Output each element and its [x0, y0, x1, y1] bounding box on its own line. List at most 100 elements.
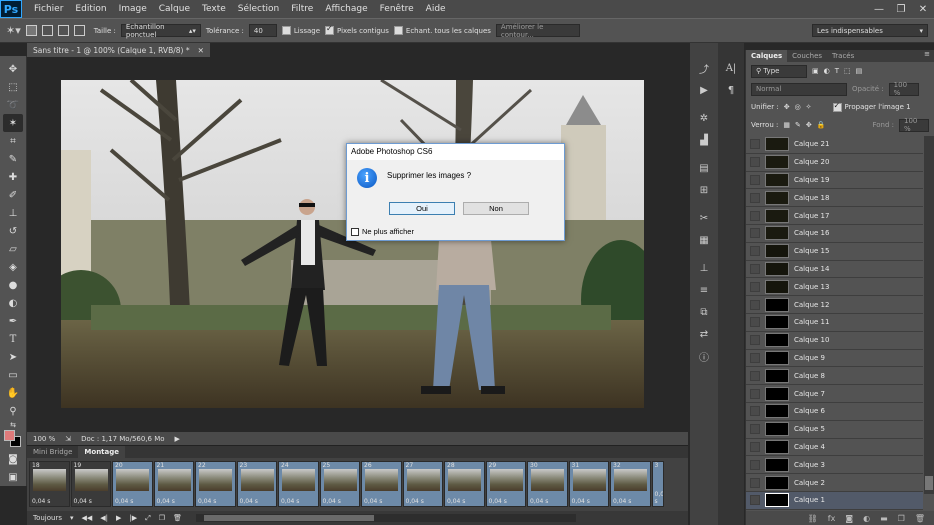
layer-row[interactable]: Calque 16 [746, 224, 923, 243]
scrollbar-thumb[interactable] [203, 515, 374, 521]
visibility-toggle[interactable] [750, 459, 760, 470]
layer-row-selected[interactable]: Calque 1 [746, 491, 923, 510]
tab-montage[interactable]: Montage [78, 446, 126, 458]
layer-row[interactable]: Calque 18 [746, 189, 923, 208]
channels-icon[interactable]: ⇄ [695, 325, 713, 343]
marquee-tool-icon[interactable]: ⬚ [3, 78, 23, 96]
visibility-toggle[interactable] [750, 210, 760, 221]
restore-icon[interactable]: ❐ [890, 0, 912, 18]
healing-brush-tool-icon[interactable]: ✚ [3, 168, 23, 186]
visibility-toggle[interactable] [750, 263, 760, 274]
layer-row[interactable]: Calque 6 [746, 402, 923, 421]
paint-bucket-tool-icon[interactable]: ◈ [3, 258, 23, 276]
menu-calque[interactable]: Calque [153, 0, 196, 18]
filter-adjust-icon[interactable]: ◐ [824, 67, 830, 75]
doc-info[interactable]: Doc : 1,17 Mo/560,6 Mo [81, 435, 164, 443]
shape-tool-icon[interactable]: ▭ [3, 366, 23, 384]
menu-edition[interactable]: Edition [69, 0, 112, 18]
frame[interactable]: 28 0,04 s [444, 461, 485, 507]
document-tab[interactable]: Sans titre - 1 @ 100% (Calque 1, RVB/8) … [27, 43, 210, 57]
lissage-checkbox[interactable]: Lissage [281, 26, 320, 35]
visibility-toggle[interactable] [750, 370, 760, 381]
play-arrow-icon[interactable]: ▶ [175, 435, 180, 443]
fx-icon[interactable]: fx [828, 514, 836, 523]
info-panel-icon[interactable]: ⊞ [695, 181, 713, 199]
history-brush-tool-icon[interactable]: ↺ [3, 222, 23, 240]
menu-fenetre[interactable]: Fenêtre [374, 0, 420, 18]
paragraph-panel-icon[interactable]: ¶ [722, 81, 740, 99]
visibility-toggle[interactable] [750, 352, 760, 363]
frame[interactable]: 21 0,04 s [153, 461, 194, 507]
minimize-icon[interactable]: — [868, 0, 890, 18]
filter-shape-icon[interactable]: ⬚ [844, 67, 851, 75]
frame[interactable]: 24 0,04 s [278, 461, 319, 507]
frame-delay[interactable]: 0,04 s [489, 498, 507, 505]
dont-show-checkbox[interactable]: Ne plus afficher [351, 227, 414, 236]
visibility-toggle[interactable] [750, 335, 760, 346]
tween-icon[interactable]: ⤢ [145, 514, 151, 523]
layers-scrollbar[interactable] [924, 136, 934, 494]
visibility-toggle[interactable] [750, 406, 760, 417]
scrollbar-thumb[interactable] [925, 476, 933, 490]
visibility-toggle[interactable] [750, 281, 760, 292]
layer-row[interactable]: Calque 11 [746, 313, 923, 332]
info-icon[interactable]: ⓘ [695, 347, 713, 365]
lock-transparency-icon[interactable]: ▦ [783, 121, 790, 129]
panel-menu-icon[interactable]: ≡ [924, 50, 934, 62]
layer-row[interactable]: Calque 15 [746, 242, 923, 261]
layer-row[interactable]: Calque 14 [746, 260, 923, 279]
adjustment-layer-icon[interactable]: ◐ [863, 514, 870, 523]
layer-row[interactable]: Calque 13 [746, 278, 923, 297]
menu-texte[interactable]: Texte [196, 0, 232, 18]
layer-row[interactable]: Calque 3 [746, 456, 923, 475]
menu-aide[interactable]: Aide [420, 0, 452, 18]
quick-mask-icon[interactable]: ◙ [3, 450, 23, 468]
frame[interactable]: 3 0,04 s [651, 461, 664, 507]
menu-filtre[interactable]: Filtre [285, 0, 319, 18]
type-tool-icon[interactable]: T [3, 330, 23, 348]
selection-mode-add-icon[interactable] [41, 25, 53, 36]
unify-position-icon[interactable]: ✥ [784, 103, 790, 111]
layer-row[interactable]: Calque 12 [746, 296, 923, 314]
add-mask-icon[interactable]: ◙ [845, 514, 853, 523]
tab-calques[interactable]: Calques [746, 50, 788, 62]
filter-pixel-icon[interactable]: ▣ [812, 67, 819, 75]
frame[interactable]: 31 0,04 s [568, 461, 609, 507]
history-icon[interactable]: ⤴ [695, 59, 713, 77]
blur-tool-icon[interactable]: ● [3, 276, 23, 294]
layer-row[interactable]: Calque 7 [746, 385, 923, 403]
visibility-toggle[interactable] [750, 228, 760, 239]
menu-affichage[interactable]: Affichage [319, 0, 373, 18]
frame[interactable]: 30 0,04 s [527, 461, 568, 507]
character-panel-icon[interactable]: A| [722, 59, 740, 77]
visibility-toggle[interactable] [750, 174, 760, 185]
filter-smart-icon[interactable]: ▤ [856, 67, 863, 75]
selection-mode-intersect-icon[interactable] [73, 25, 85, 36]
frame-delay[interactable]: 0,04 s [240, 498, 258, 505]
frame[interactable]: 25 0,04 s [319, 461, 360, 507]
menu-image[interactable]: Image [113, 0, 153, 18]
magic-wand-preset-icon[interactable]: ✶▾ [6, 24, 21, 37]
chevron-down-icon[interactable]: ▾ [70, 514, 74, 522]
layer-row[interactable]: Calque 2 [746, 474, 923, 492]
visibility-toggle[interactable] [750, 495, 760, 506]
timeline-scrollbar[interactable] [195, 514, 576, 522]
frame[interactable]: 27 0,04 s [402, 461, 443, 507]
frame-delay[interactable]: 0,04 s [364, 498, 382, 505]
lock-position-icon[interactable]: ✥ [806, 121, 812, 129]
zoom-level[interactable]: 100 % [33, 435, 55, 443]
loop-select[interactable]: Toujours [33, 514, 62, 522]
propager-checkbox[interactable]: Propager l'image 1 [832, 101, 911, 112]
layer-filter-select[interactable]: ⚲ Type [751, 64, 807, 78]
visibility-toggle[interactable] [750, 299, 760, 310]
move-tool-icon[interactable]: ✥ [3, 60, 23, 78]
frame[interactable]: 29 0,04 s [485, 461, 526, 507]
foreground-color-swatch[interactable] [4, 430, 15, 441]
opacity-input[interactable]: 100 % [888, 81, 919, 97]
layer-row[interactable]: Calque 8 [746, 367, 923, 386]
blend-mode-select[interactable]: Normal [751, 82, 847, 96]
delete-layer-icon[interactable]: 🗑 [915, 514, 925, 523]
layer-row[interactable]: Calque 21 [746, 136, 923, 154]
first-frame-icon[interactable]: ◀◀ [82, 514, 93, 522]
frame-delay[interactable]: 0,04 s [406, 498, 424, 505]
